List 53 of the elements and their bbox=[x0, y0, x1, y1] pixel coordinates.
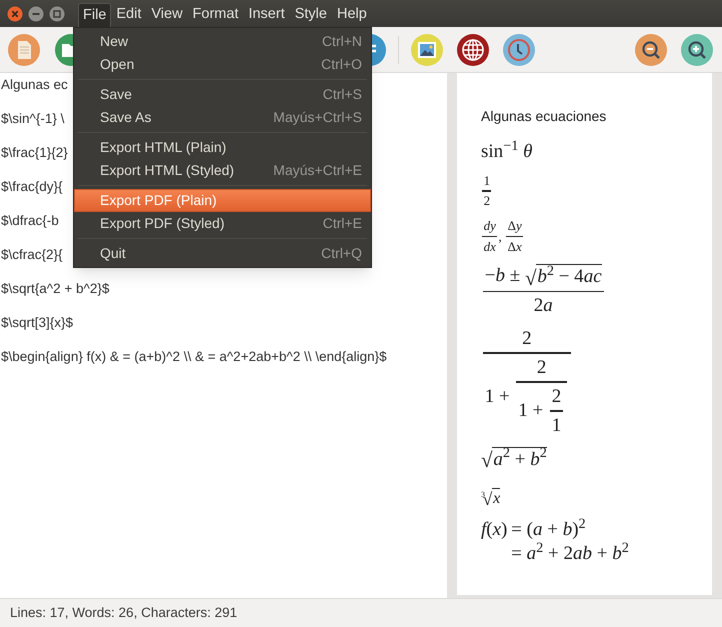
clock-icon[interactable] bbox=[503, 34, 535, 66]
menu-item-label: Export HTML (Plain) bbox=[100, 138, 226, 157]
shortcut-label: Ctrl+S bbox=[322, 85, 362, 104]
menu-item[interactable]: Export HTML (Styled) Mayús+Ctrl+E bbox=[74, 159, 371, 182]
menu-item-label: Export HTML (Styled) bbox=[100, 161, 234, 180]
menu-item-label: Save bbox=[100, 85, 132, 104]
menu-bar-item[interactable]: File bbox=[78, 3, 112, 27]
editor-line: $\dfrac{-b bbox=[1, 212, 59, 230]
globe-icon[interactable] bbox=[457, 34, 489, 66]
shortcut-label: Ctrl+O bbox=[321, 55, 362, 74]
preview-paragraph: Algunas ecuaciones bbox=[481, 107, 606, 126]
math-formula: f(x) = (a + b)$^{2}$ = a$^{2}$ + 2ab + b$^{2}$ bbox=[481, 518, 629, 566]
menu-item-label: Save As bbox=[100, 108, 152, 127]
editor-line: $\sqrt[3]{x}$ bbox=[1, 314, 74, 332]
menu-item[interactable]: Save Ctrl+S bbox=[74, 83, 371, 106]
menu-item-label: New bbox=[100, 32, 128, 51]
shortcut-label: Ctrl+Q bbox=[321, 244, 362, 263]
editor-line: $\sin^{-1} \ bbox=[1, 110, 64, 128]
minimize-icon[interactable] bbox=[28, 6, 44, 22]
menu-bar-item[interactable]: Format bbox=[188, 3, 244, 27]
menu-bar-item[interactable]: View bbox=[146, 3, 188, 27]
shortcut-label: Mayús+Ctrl+E bbox=[273, 161, 362, 180]
editor-line: $\sqrt{a^2 + b^2}$ bbox=[1, 280, 110, 298]
editor-line: $\cfrac{2}{ bbox=[1, 246, 63, 264]
menu-bar-item[interactable]: Help bbox=[332, 3, 372, 27]
close-icon[interactable] bbox=[7, 6, 23, 22]
menu-item[interactable]: Export PDF (Styled) Ctrl+E bbox=[74, 212, 371, 235]
menu-bar-item[interactable]: Insert bbox=[243, 3, 290, 27]
image-icon[interactable] bbox=[411, 34, 443, 66]
shortcut-label: Ctrl+E bbox=[322, 214, 362, 233]
menu-item[interactable]: Save As Mayús+Ctrl+S bbox=[74, 106, 371, 129]
menu-item[interactable]: Open Ctrl+O bbox=[74, 53, 371, 76]
math-formula: −b ± √b$^{2}$ − 4ac 2a bbox=[482, 264, 605, 318]
shortcut-label: Mayús+Ctrl+S bbox=[273, 108, 362, 127]
menu-item-label: Quit bbox=[100, 244, 126, 263]
shortcut-label: Ctrl+N bbox=[322, 32, 362, 51]
zoom-in-icon[interactable] bbox=[681, 34, 713, 66]
editor-line: $\frac{dy}{ bbox=[1, 178, 63, 196]
menu-item[interactable]: Export HTML (Plain) bbox=[74, 136, 371, 159]
math-formula: sin$^{−1}$ θ bbox=[481, 140, 532, 164]
menu-bar-item[interactable]: Edit bbox=[111, 3, 146, 27]
menu-item[interactable]: New Ctrl+N bbox=[74, 30, 371, 53]
maximize-icon[interactable] bbox=[49, 6, 65, 22]
editor-line: Algunas ec bbox=[1, 76, 68, 94]
menu-item[interactable]: Quit Ctrl+Q bbox=[74, 242, 371, 265]
menu-item-label: Open bbox=[100, 55, 134, 74]
zoom-out-icon[interactable] bbox=[635, 34, 667, 66]
status-text: Lines: 17, Words: 26, Characters: 291 bbox=[10, 604, 238, 622]
editor-line: $\begin{align} f(x) & = (a+b)^2 \\ & = a^2+2ab+b^2 \\ \end{align}$ bbox=[1, 348, 387, 366]
menu-item-label: Export PDF (Styled) bbox=[100, 214, 224, 233]
editor-line: $\frac{1}{2} bbox=[1, 144, 68, 162]
menu-item-label: Export PDF (Plain) bbox=[100, 191, 217, 210]
menu-bar-item[interactable]: Style bbox=[290, 3, 332, 27]
